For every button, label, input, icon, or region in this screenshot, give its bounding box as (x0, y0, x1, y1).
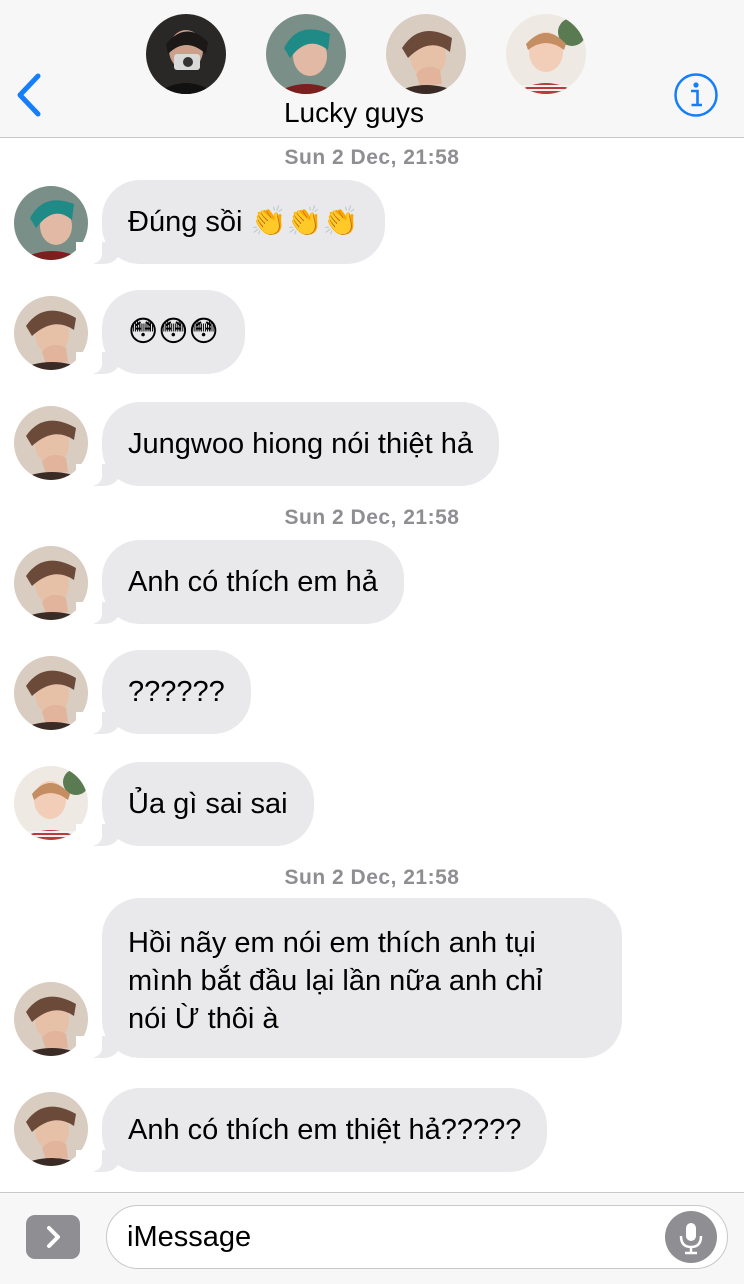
message-line: Hồi nãy em nói em thích anh tụi (128, 927, 536, 959)
info-button[interactable] (673, 72, 719, 118)
info-circle-icon (674, 73, 718, 117)
message-bubble[interactable]: ?????? (76, 650, 251, 734)
message-bubble[interactable]: Anh có thích em hả (76, 540, 404, 624)
chevron-left-icon (17, 73, 41, 117)
message-text: Anh có thích em thiệt hả????? (128, 1113, 522, 1146)
timestamp: Sun 2 Dec, 21:58 (284, 506, 460, 529)
message-text: Anh có thích em hả (128, 565, 378, 598)
timestamp: Sun 2 Dec, 21:58 (284, 146, 460, 169)
apps-button[interactable] (26, 1215, 80, 1259)
member-avatar-4[interactable] (506, 14, 586, 94)
message-bubble[interactable]: Đúng sồi 👏👏👏 (76, 180, 385, 264)
message-text: Đúng sồi 👏👏👏 (128, 205, 359, 238)
message-text: Jungwoo hiong nói thiệt hả (128, 427, 474, 460)
message-text: Ủa gì sai sai (128, 787, 288, 820)
timestamp: Sun 2 Dec, 21:58 (284, 866, 460, 889)
message-text: 😳😳😳 (128, 315, 219, 348)
microphone-icon (679, 1223, 703, 1255)
conversation-header: Lucky guys (0, 0, 744, 138)
message-input[interactable]: iMessage (106, 1205, 728, 1269)
dictation-button[interactable] (665, 1211, 717, 1263)
message-bubble[interactable]: Anh có thích em thiệt hả????? (75, 1088, 548, 1172)
message-text: Hồi nãy em nói em thích anh tụi mình bắt… (128, 924, 542, 1038)
message-line: mình bắt đầu lại lần nữa anh chỉ (128, 965, 543, 997)
message-bubble[interactable]: Jungwoo hiong nói thiệt hả (75, 402, 500, 486)
back-button[interactable] (10, 70, 50, 120)
message-line: nói Ừ thôi à (128, 1003, 279, 1035)
chevron-right-icon (47, 1226, 60, 1248)
message-input-bar: iMessage (0, 1192, 744, 1284)
member-avatar-3[interactable] (386, 14, 466, 94)
member-avatar-2[interactable] (266, 14, 346, 94)
message-text: ?????? (128, 675, 225, 708)
member-avatar-1[interactable] (146, 14, 226, 94)
message-bubble[interactable]: Hồi nãy em nói em thích anh tụi mình bắt… (76, 898, 622, 1058)
group-name[interactable]: Lucky guys (254, 97, 454, 129)
message-bubble[interactable]: Ủa gì sai sai (76, 762, 314, 846)
message-input-placeholder: iMessage (127, 1221, 252, 1253)
message-bubble[interactable]: 😳😳😳 (76, 290, 245, 374)
